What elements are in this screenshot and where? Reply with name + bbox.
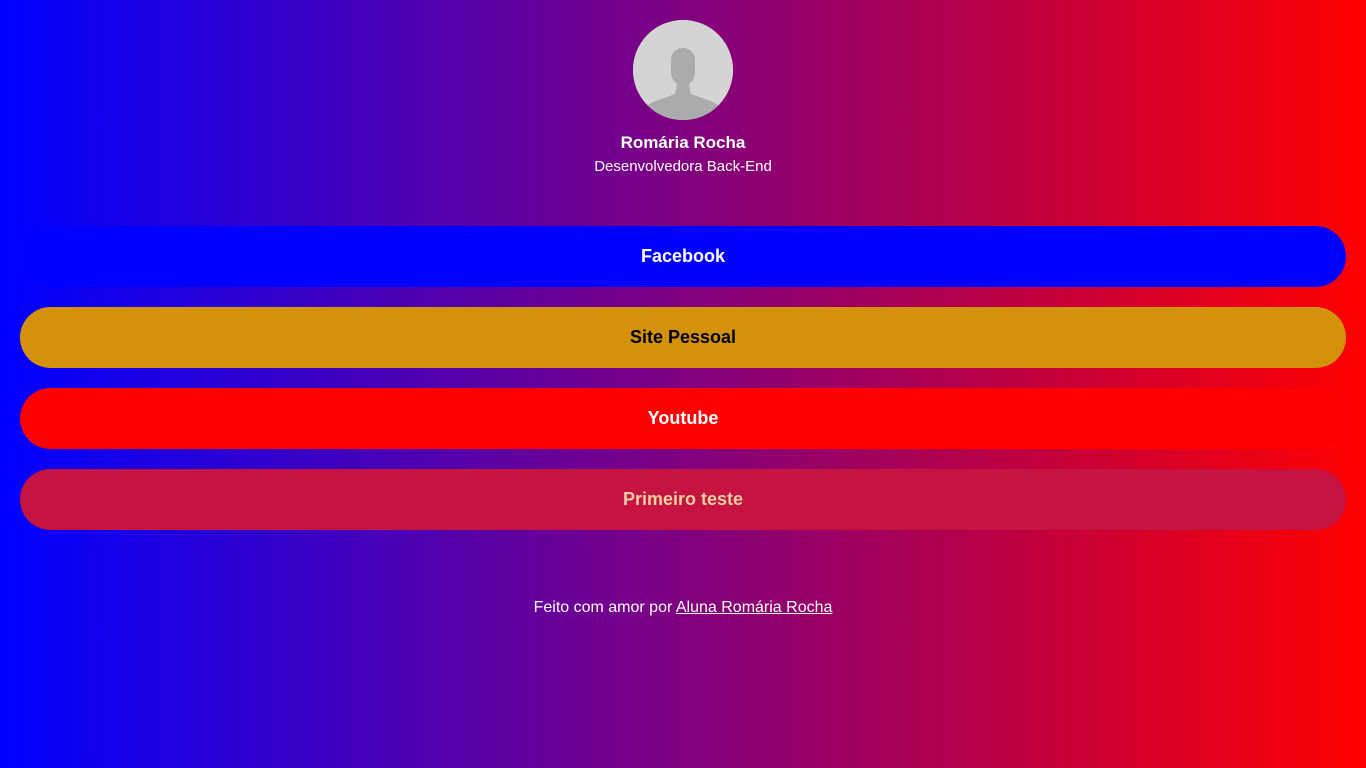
facebook-link-button[interactable]: Facebook xyxy=(20,226,1346,287)
footer-text: Feito com amor por xyxy=(533,599,676,616)
user-silhouette-icon xyxy=(633,20,733,120)
profile-role: Desenvolvedora Back-End xyxy=(594,158,772,175)
profile-header: Romária Rocha Desenvolvedora Back-End xyxy=(0,20,1366,176)
links-list: Facebook Site Pessoal Youtube Primeiro t… xyxy=(20,226,1346,550)
footer: Feito com amor por Aluna Romária Rocha xyxy=(0,598,1366,618)
avatar xyxy=(633,20,733,120)
site-pessoal-link-button[interactable]: Site Pessoal xyxy=(20,307,1346,368)
youtube-link-button[interactable]: Youtube xyxy=(20,388,1346,449)
footer-author-link[interactable]: Aluna Romária Rocha xyxy=(676,599,833,616)
profile-name: Romária Rocha xyxy=(620,133,746,152)
primeiro-teste-link-button[interactable]: Primeiro teste xyxy=(20,469,1346,530)
